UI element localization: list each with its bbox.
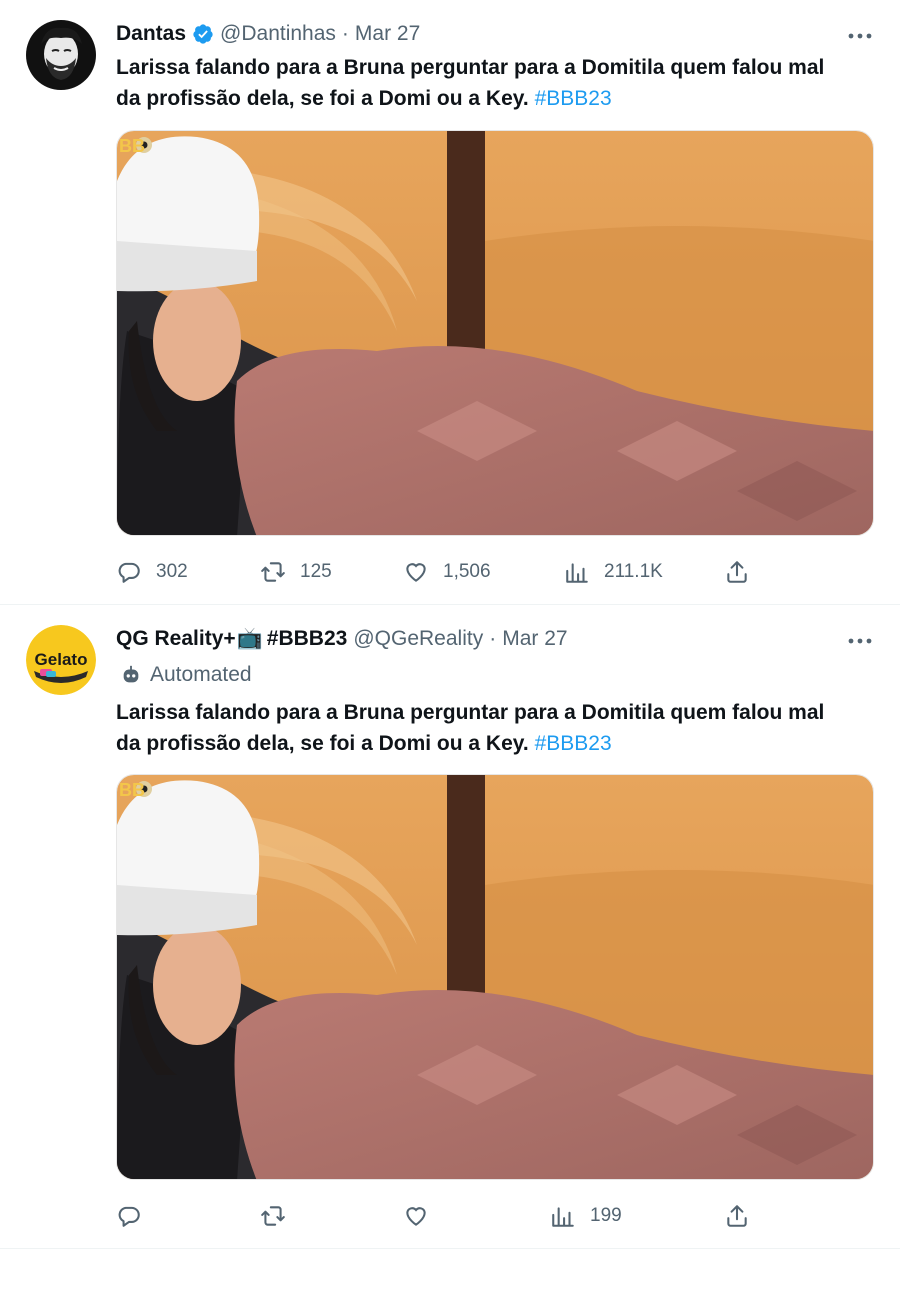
tweet-media-image[interactable]: BB (116, 774, 874, 1180)
media-watermark: BB (119, 780, 145, 800)
like-count: 1,506 (443, 561, 491, 582)
author-name[interactable]: QG Reality+ (116, 625, 236, 653)
tweet-dantas[interactable]: Dantas @Dantinhas · Mar 27 Larissa falan… (0, 0, 900, 605)
like-button[interactable]: 1,506 (403, 557, 491, 587)
retweet-button[interactable]: 125 (260, 557, 332, 587)
retweet-count: 125 (300, 561, 332, 582)
reply-button[interactable] (116, 1201, 156, 1231)
views-icon (566, 563, 588, 583)
views-button[interactable]: 199 (550, 1201, 622, 1231)
tweet-body: Larissa falando para a Bruna perguntar p… (116, 701, 825, 755)
tweet-text: Larissa falando para a Bruna perguntar p… (116, 52, 846, 114)
heart-icon (406, 1207, 426, 1226)
reply-icon (118, 1206, 140, 1227)
author-name-hashtag: #BBB23 (266, 627, 348, 650)
author-name[interactable]: Dantas (116, 20, 186, 48)
author-handle[interactable]: @Dantinhas (220, 20, 336, 48)
tweet-qg-reality[interactable]: Gelato QG Reality+ 📺 #BBB23 @QGeReality … (0, 605, 900, 1249)
separator-dot: · (341, 22, 349, 45)
heart-icon (406, 563, 426, 582)
avatar-logo-text: Gelato (35, 650, 88, 669)
reply-count: 302 (156, 561, 188, 582)
tweet-actions: 302 125 1,506 211.1K (116, 557, 756, 587)
hashtag-link[interactable]: #BBB23 (535, 87, 612, 110)
tweet-text: Larissa falando para a Bruna perguntar p… (116, 697, 846, 759)
retweet-button[interactable] (260, 1201, 300, 1231)
more-options-icon[interactable] (848, 629, 872, 653)
views-button[interactable]: 211.1K (564, 557, 663, 587)
tweet-date[interactable]: Mar 27 (355, 20, 420, 48)
hashtag-link[interactable]: #BBB23 (535, 732, 612, 755)
retweet-icon (261, 562, 285, 582)
author-handle[interactable]: @QGeReality (353, 625, 483, 653)
view-count: 211.1K (604, 561, 663, 582)
reply-icon (118, 562, 140, 583)
reply-button[interactable]: 302 (116, 557, 188, 587)
share-icon (727, 1205, 747, 1227)
avatar[interactable] (26, 20, 96, 90)
views-icon (552, 1207, 574, 1227)
media-watermark: BB (119, 136, 145, 156)
share-icon (727, 561, 747, 583)
tweet-media-image[interactable]: BB (116, 130, 874, 536)
bot-icon (123, 665, 139, 683)
more-options-icon[interactable] (848, 24, 872, 48)
like-button[interactable] (403, 1201, 443, 1231)
retweet-icon (261, 1206, 285, 1226)
share-button[interactable] (724, 557, 750, 587)
share-button[interactable] (724, 1201, 750, 1231)
tweet-header: QG Reality+ 📺 #BBB23 @QGeReality · Mar 2… (116, 625, 568, 653)
automated-label[interactable]: Automated (120, 661, 252, 689)
tv-emoji-icon: 📺 (236, 627, 263, 650)
tweet-body: Larissa falando para a Bruna perguntar p… (116, 56, 825, 110)
separator-dot: · (489, 627, 497, 650)
avatar[interactable]: Gelato (26, 625, 96, 695)
automated-text: Automated (150, 663, 252, 686)
verified-badge-icon (192, 23, 214, 45)
view-count: 199 (590, 1205, 622, 1226)
tweet-actions: 199 (116, 1201, 756, 1231)
tweet-date[interactable]: Mar 27 (502, 625, 567, 653)
tweet-header: Dantas @Dantinhas · Mar 27 (116, 20, 420, 48)
